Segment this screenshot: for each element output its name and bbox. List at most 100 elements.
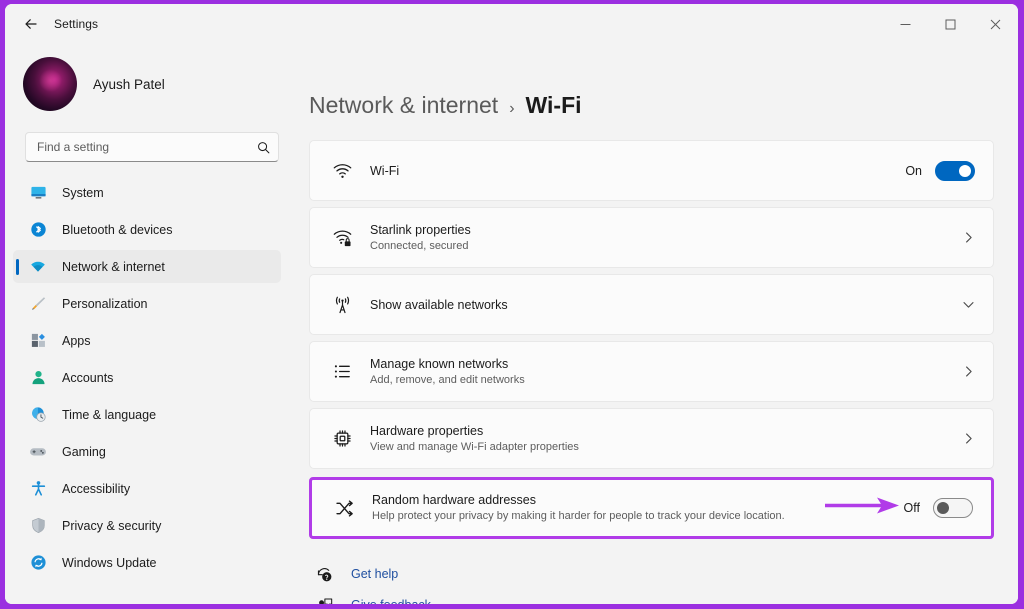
- setting-subtitle: Connected, secured: [370, 239, 469, 252]
- setting-text: Hardware properties View and manage Wi-F…: [370, 423, 962, 455]
- setting-row-random-hardware-addresses[interactable]: Random hardware addresses Help protect y…: [309, 477, 994, 539]
- broadcast-tower-icon: [327, 294, 357, 315]
- setting-control: On: [905, 160, 975, 181]
- shuffle-icon: [329, 498, 359, 519]
- back-button[interactable]: [16, 9, 46, 39]
- breadcrumb-parent[interactable]: Network & internet: [309, 92, 498, 119]
- setting-text: Show available networks: [370, 297, 962, 313]
- minimize-icon: [900, 19, 911, 30]
- sidebar-item-network-internet[interactable]: Network & internet: [13, 250, 281, 283]
- footer-links: Get help Give feedback: [309, 561, 994, 604]
- search-box[interactable]: [25, 132, 279, 162]
- gamepad-icon: [27, 442, 49, 462]
- close-icon: [990, 19, 1001, 30]
- search-input[interactable]: [26, 139, 248, 155]
- setting-title: Starlink properties: [370, 222, 471, 237]
- paintbrush-icon: [27, 294, 49, 314]
- sidebar-item-label: Time & language: [62, 407, 157, 422]
- sidebar-item-label: Personalization: [62, 296, 148, 311]
- window-controls: [883, 4, 1018, 44]
- sidebar-item-bluetooth-devices[interactable]: Bluetooth & devices: [13, 213, 281, 246]
- sidebar-item-label: Apps: [62, 333, 91, 348]
- setting-text: Random hardware addresses Help protect y…: [372, 492, 904, 524]
- feedback-icon: [313, 597, 335, 604]
- sidebar-item-label: Network & internet: [62, 259, 165, 274]
- main-content: Network & internet › Wi-Fi Wi-Fi On Star…: [293, 44, 1018, 604]
- person-icon: [27, 368, 49, 388]
- setting-title: Hardware properties: [370, 423, 484, 438]
- monitor-icon: [27, 183, 49, 203]
- sidebar: Ayush Patel Find a setting System Blueto…: [5, 44, 293, 604]
- link-label: Give feedback: [351, 598, 431, 604]
- setting-row-hardware-properties[interactable]: Hardware properties View and manage Wi-F…: [309, 408, 994, 469]
- page-title: Wi-Fi: [525, 92, 582, 118]
- chevron-down-icon[interactable]: [962, 298, 975, 311]
- clock-globe-icon: [27, 405, 49, 425]
- settings-cards: Wi-Fi On Starlink properties Connected, …: [309, 140, 994, 539]
- sidebar-item-apps[interactable]: Apps: [13, 324, 281, 357]
- sidebar-item-time-language[interactable]: Time & language: [13, 398, 281, 431]
- sidebar-item-accessibility[interactable]: Accessibility: [13, 472, 281, 505]
- sidebar-item-label: Bluetooth & devices: [62, 222, 173, 237]
- sidebar-item-gaming[interactable]: Gaming: [13, 435, 281, 468]
- sidebar-item-personalization[interactable]: Personalization: [13, 287, 281, 320]
- arrow-left-icon: [23, 16, 39, 32]
- chevron-right-icon[interactable]: [962, 231, 975, 244]
- get-help-link[interactable]: Get help: [313, 561, 994, 587]
- settings-window: Settings Ayush Patel Find a setting Syst…: [5, 4, 1018, 604]
- toggle-knob: [937, 502, 949, 514]
- setting-control: Off: [904, 498, 973, 518]
- setting-row-starlink-properties[interactable]: Starlink properties Connected, secured: [309, 207, 994, 268]
- chevron-right-icon[interactable]: [962, 432, 975, 445]
- maximize-button[interactable]: [928, 4, 973, 44]
- setting-title: Wi-Fi: [370, 163, 400, 178]
- setting-subtitle: Add, remove, and edit networks: [370, 373, 525, 386]
- setting-title: Manage known networks: [370, 356, 509, 371]
- sidebar-item-label: Accessibility: [62, 481, 131, 496]
- sidebar-item-system[interactable]: System: [13, 176, 281, 209]
- setting-row-manage-known-networks[interactable]: Manage known networks Add, remove, and e…: [309, 341, 994, 402]
- close-button[interactable]: [973, 4, 1018, 44]
- sidebar-item-label: Privacy & security: [62, 518, 162, 533]
- setting-title: Random hardware addresses: [372, 493, 536, 507]
- minimize-button[interactable]: [883, 4, 928, 44]
- sidebar-item-accounts[interactable]: Accounts: [13, 361, 281, 394]
- annotated-screenshot: Settings Ayush Patel Find a setting Syst…: [0, 0, 1024, 609]
- link-label: Get help: [351, 567, 399, 581]
- chip-icon: [327, 428, 357, 449]
- sidebar-item-label: Windows Update: [62, 555, 157, 570]
- maximize-icon: [945, 19, 956, 30]
- toggle-state-label: On: [905, 163, 922, 178]
- sidebar-item-windows-update[interactable]: Windows Update: [13, 546, 281, 579]
- setting-subtitle: Help protect your privacy by making it h…: [372, 510, 785, 522]
- setting-row-wifi[interactable]: Wi-Fi On: [309, 140, 994, 201]
- title-bar: Settings: [5, 4, 1018, 44]
- setting-subtitle: View and manage Wi-Fi adapter properties: [370, 440, 579, 453]
- setting-text: Starlink properties Connected, secured: [370, 222, 962, 254]
- toggle-knob: [959, 164, 971, 177]
- user-profile[interactable]: Ayush Patel: [23, 52, 293, 116]
- give-feedback-link[interactable]: Give feedback: [313, 592, 994, 604]
- avatar: [23, 57, 77, 111]
- toggle-state-label: Off: [903, 501, 920, 515]
- random-hardware-addresses-toggle[interactable]: [933, 498, 973, 518]
- sidebar-item-label: System: [62, 185, 104, 200]
- wifi-lock-icon: [327, 227, 357, 248]
- chevron-right-icon[interactable]: [962, 365, 975, 378]
- sidebar-nav: System Bluetooth & devices Network & int…: [5, 176, 293, 583]
- list-icon: [327, 361, 357, 382]
- sidebar-item-label: Gaming: [62, 444, 106, 459]
- sidebar-item-privacy-security[interactable]: Privacy & security: [13, 509, 281, 542]
- window-body: Ayush Patel Find a setting System Blueto…: [5, 44, 1018, 604]
- shield-icon: [27, 516, 49, 536]
- help-icon: [313, 566, 335, 583]
- setting-row-show-available-networks[interactable]: Show available networks: [309, 274, 994, 335]
- app-title: Settings: [54, 17, 99, 31]
- bluetooth-icon: [27, 220, 49, 240]
- wifi-icon: [27, 257, 49, 277]
- accessibility-icon: [27, 479, 49, 499]
- wifi-icon: [327, 160, 357, 181]
- setting-title: Show available networks: [370, 297, 508, 312]
- profile-name: Ayush Patel: [93, 76, 165, 92]
- wifi-toggle[interactable]: [935, 160, 975, 181]
